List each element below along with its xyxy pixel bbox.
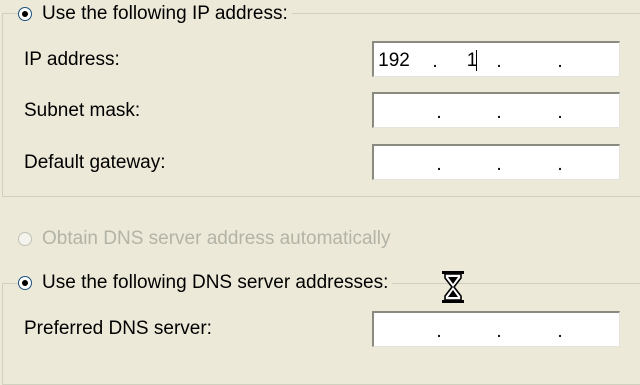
- octet-separator: .: [557, 102, 563, 123]
- octet-separator: .: [496, 154, 502, 175]
- obtain-dns-auto-label: Obtain DNS server address automatically: [42, 228, 391, 249]
- octet-separator: .: [496, 51, 502, 72]
- octet-separator: .: [436, 154, 442, 175]
- use-following-ip-label: Use the following IP address:: [42, 3, 288, 24]
- preferred-dns-label: Preferred DNS server:: [24, 318, 212, 339]
- octet-separator: .: [436, 102, 442, 123]
- hourglass-icon: [442, 271, 464, 303]
- octet-separator: .: [557, 321, 563, 342]
- default-gateway-field[interactable]: . . .: [372, 144, 620, 180]
- obtain-dns-auto-radio[interactable]: [18, 232, 32, 246]
- use-following-ip-option[interactable]: Use the following IP address:: [18, 3, 292, 25]
- octet-separator: .: [557, 51, 563, 72]
- use-following-dns-label: Use the following DNS server addresses:: [42, 272, 389, 293]
- subnet-mask-label: Subnet mask:: [24, 100, 141, 121]
- octet-separator: .: [432, 51, 438, 72]
- ip-octet-2[interactable]: 1: [454, 50, 490, 72]
- octet-separator: .: [436, 321, 442, 342]
- subnet-mask-field[interactable]: . . .: [372, 92, 620, 128]
- text-caret: [476, 50, 477, 71]
- octet-separator: .: [496, 321, 502, 342]
- ip-address-field[interactable]: 192 . 1 . .: [372, 41, 620, 77]
- use-following-dns-option[interactable]: Use the following DNS server addresses:: [18, 272, 393, 294]
- ip-octet-1[interactable]: 192: [376, 50, 412, 72]
- use-following-ip-radio[interactable]: [18, 7, 32, 21]
- ip-address-label: IP address:: [24, 49, 120, 70]
- use-following-dns-radio[interactable]: [18, 276, 32, 290]
- octet-separator: .: [496, 102, 502, 123]
- octet-separator: .: [557, 154, 563, 175]
- obtain-dns-auto-option[interactable]: Obtain DNS server address automatically: [18, 228, 395, 250]
- preferred-dns-field[interactable]: . . .: [372, 311, 620, 347]
- default-gateway-label: Default gateway:: [24, 152, 166, 173]
